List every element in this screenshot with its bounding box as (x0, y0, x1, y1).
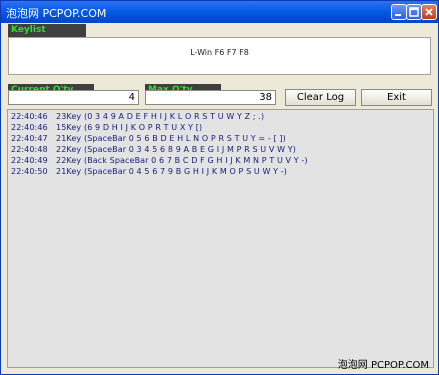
app-window: 泡泡网 PCPOP.COM Keylist L-Win F6 F7 F8 Cur… (0, 0, 439, 375)
log-line: 22:40:49 22Key (Back SpaceBar 0 6 7 B C D … (11, 156, 308, 165)
log-line: 22:40:47 21Key (SpaceBar 0 5 6 B D E H L N… (11, 134, 286, 143)
exit-button[interactable]: Exit (361, 89, 432, 106)
maximize-icon[interactable] (406, 4, 422, 20)
log-line: 22:40:46 15Key (6 9 D H I J K O P R T U X … (11, 123, 203, 132)
log-line: 22:40:46 23Key (0 3 4 9 A D E F H I J K L … (11, 112, 265, 121)
keylist-label: Keylist (8, 24, 86, 37)
keylist-value: L-Win F6 F7 F8 (190, 48, 249, 57)
minimize-icon[interactable] (391, 4, 407, 20)
client-area: Keylist L-Win F6 F7 F8 Current Q'ty 4 Ma… (4, 23, 435, 371)
window-title: 泡泡网 PCPOP.COM (6, 7, 107, 20)
log-line: 22:40:50 21Key (SpaceBar 0 4 5 6 7 9 B G H… (11, 167, 288, 176)
log-panel[interactable]: 22:40:46 23Key (0 3 4 9 A D E F H I J K L … (7, 109, 434, 368)
close-icon[interactable] (421, 4, 437, 20)
keylist-box: L-Win F6 F7 F8 (8, 37, 431, 75)
current-qty-field[interactable]: 4 (8, 90, 139, 105)
log-line: 22:40:48 22Key (SpaceBar 0 3 4 5 6 8 9 A B… (11, 145, 296, 154)
watermark-text: 泡泡网 PCPOP.COM (337, 360, 429, 371)
clear-log-button[interactable]: Clear Log (285, 89, 356, 106)
title-bar[interactable]: 泡泡网 PCPOP.COM (1, 1, 438, 23)
max-qty-field[interactable]: 38 (145, 90, 276, 105)
